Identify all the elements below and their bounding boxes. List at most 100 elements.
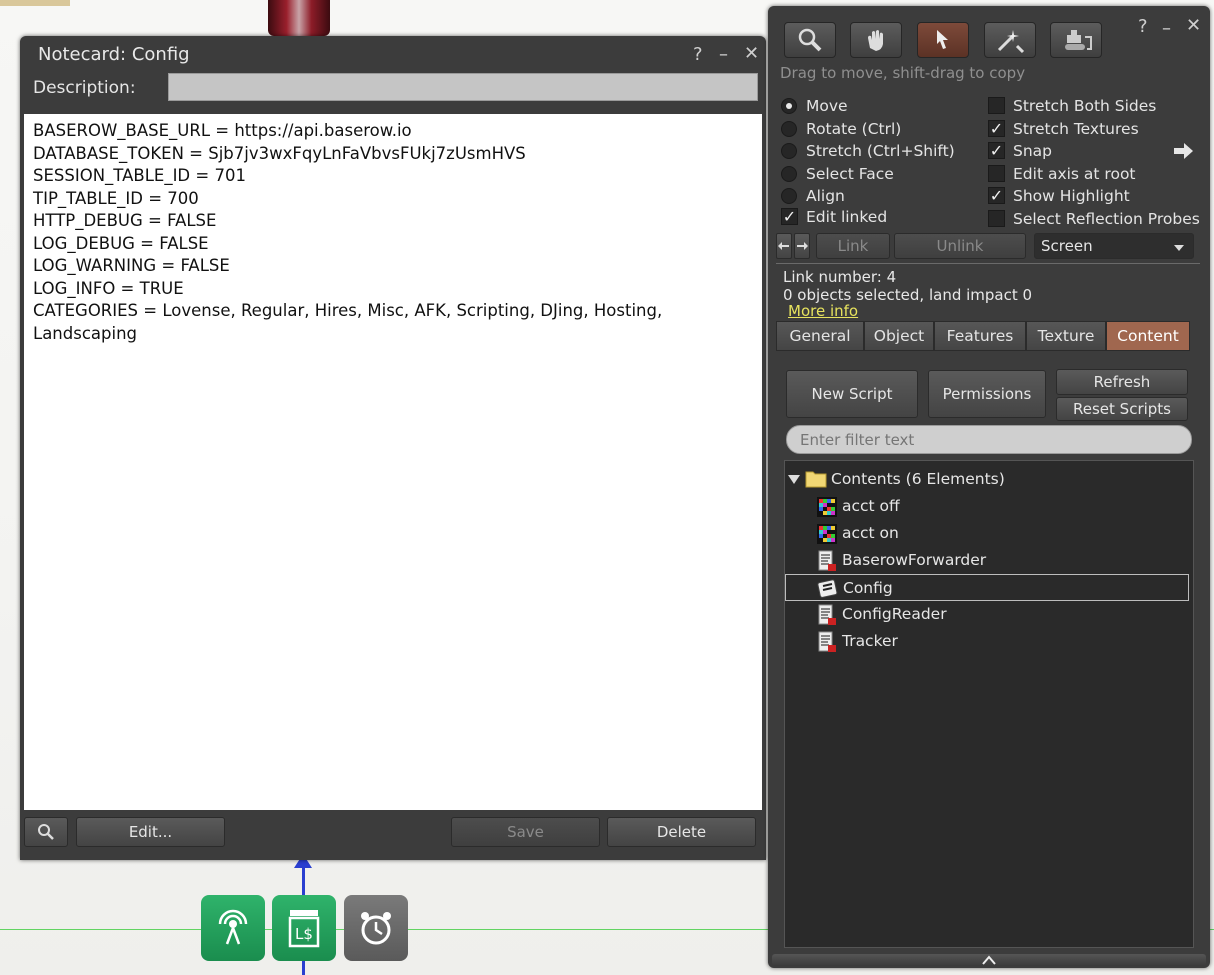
checkbox-stretch-both-sides[interactable] [988, 97, 1005, 114]
help-icon[interactable]: ? [1138, 16, 1148, 37]
notecard-titlebar[interactable]: Notecard: Config ? – ✕ [20, 36, 766, 72]
checkbox-select-reflection-probes[interactable] [988, 210, 1005, 227]
contents-folder-row[interactable]: Contents (6 Elements) [785, 466, 1193, 493]
edit-linked-label: Edit linked [806, 208, 888, 226]
content-tab-panel: New Script Permissions Refresh Reset Scr… [778, 352, 1198, 949]
arrow-right-icon [797, 242, 808, 250]
minimize-icon[interactable]: – [719, 44, 728, 65]
tab-features[interactable]: Features [934, 321, 1026, 351]
radio-stretch[interactable] [781, 143, 797, 159]
tab-object[interactable]: Object [864, 321, 934, 351]
notecard-title: Notecard: Config [38, 44, 190, 65]
tab-general[interactable]: General [776, 321, 864, 351]
notecard-line[interactable]: HTTP_DEBUG = FALSE [33, 210, 753, 233]
script-icon [818, 631, 836, 652]
script-icon [818, 550, 836, 571]
move-tool-button[interactable] [850, 22, 902, 58]
notecard-line[interactable]: BASEROW_BASE_URL = https://api.baserow.i… [33, 120, 753, 143]
notecard-line[interactable]: LOG_WARNING = FALSE [33, 255, 753, 278]
contents-tree[interactable]: Contents (6 Elements) acct off acct on Bas… [784, 460, 1194, 948]
bulldozer-icon [1065, 30, 1092, 50]
arrow-left-icon [778, 242, 789, 250]
inventory-item[interactable]: acct on [785, 520, 1193, 547]
close-icon[interactable]: ✕ [744, 43, 759, 64]
build-panel[interactable]: ? – ✕ Drag to move, shift-drag to copy M… [768, 6, 1210, 968]
notecard-line[interactable]: LOG_DEBUG = FALSE [33, 233, 753, 256]
edit-tool-button[interactable] [917, 22, 969, 58]
drag-hint-text: Drag to move, shift-drag to copy [780, 64, 1026, 82]
checkbox-label: Select Reflection Probes [1013, 210, 1200, 228]
notecard-window[interactable]: Notecard: Config ? – ✕ Description: BASE… [20, 36, 766, 860]
tip-jar-hud-icon[interactable]: L$ [272, 895, 336, 961]
filter-input[interactable] [786, 425, 1192, 454]
inventory-item-label: acct on [842, 524, 899, 542]
notecard-footer: Edit... Save Delete [20, 814, 766, 854]
notecard-line[interactable]: DATABASE_TOKEN = Sjb7jv3wxFqyLnFaVbvsFUk… [33, 143, 753, 166]
more-info-link[interactable]: More info [788, 302, 858, 320]
description-label: Description: [33, 78, 136, 98]
edit-button[interactable]: Edit... [76, 817, 225, 847]
search-button[interactable] [24, 817, 68, 847]
notecard-line[interactable]: TIP_TABLE_ID = 700 [33, 188, 753, 211]
magnifier-icon [798, 28, 822, 52]
notecard-line[interactable]: Landscaping [33, 323, 753, 346]
notecard-line[interactable]: LOG_INFO = TRUE [33, 278, 753, 301]
delete-button[interactable]: Delete [607, 817, 756, 847]
notecard-line[interactable]: SESSION_TABLE_ID = 701 [33, 165, 753, 188]
wand-tools-icon [997, 30, 1025, 54]
radio-label: Stretch (Ctrl+Shift) [806, 142, 955, 160]
inventory-item[interactable]: ConfigReader [785, 601, 1193, 628]
svg-text:L$: L$ [295, 925, 313, 943]
land-tool-button[interactable] [1050, 22, 1102, 58]
minimize-icon[interactable]: – [1162, 18, 1171, 39]
tab-texture[interactable]: Texture [1026, 321, 1106, 351]
notecard-line[interactable]: CATEGORIES = Lovense, Regular, Hires, Mi… [33, 300, 753, 323]
pointer-hand-icon [937, 30, 948, 49]
help-icon[interactable]: ? [693, 44, 703, 65]
checkbox-stretch-textures[interactable]: ✓ [988, 119, 1005, 137]
ruler-mode-dropdown[interactable]: Screen [1034, 233, 1194, 259]
create-tool-button[interactable] [984, 22, 1036, 58]
radio-label: Rotate (Ctrl) [806, 120, 902, 138]
radio-align[interactable] [781, 188, 797, 204]
description-input[interactable] [168, 73, 758, 101]
unlink-button[interactable]: Unlink [894, 233, 1026, 259]
edit-linked-checkbox[interactable]: ✓ [781, 208, 798, 225]
notecard-text-editor[interactable]: BASEROW_BASE_URL = https://api.baserow.i… [24, 114, 762, 810]
checkbox-label: Stretch Textures [1013, 119, 1139, 138]
link-button[interactable]: Link [816, 233, 890, 259]
save-button[interactable]: Save [451, 817, 600, 847]
texture-icon [817, 524, 837, 544]
expand-arrow-icon[interactable] [788, 475, 800, 484]
inventory-item-label: Config [843, 579, 893, 597]
permissions-button[interactable]: Permissions [928, 370, 1046, 418]
checkbox-snap[interactable]: ✓ [988, 142, 1005, 160]
radio-hud-icon[interactable] [201, 895, 265, 961]
arrow-right-icon[interactable] [1172, 142, 1194, 160]
checkbox-show-highlight[interactable]: ✓ [988, 187, 1005, 205]
ruler-mode-value: Screen [1041, 237, 1093, 255]
close-icon[interactable]: ✕ [1186, 15, 1201, 36]
inventory-item[interactable]: acct off [785, 493, 1193, 520]
next-link-button[interactable] [794, 233, 810, 259]
panel-collapse-bar[interactable] [772, 954, 1206, 966]
radio-move[interactable] [781, 98, 797, 114]
radio-rotate[interactable] [781, 121, 797, 137]
prev-link-button[interactable] [776, 233, 792, 259]
reset-scripts-button[interactable]: Reset Scripts [1056, 397, 1188, 421]
inventory-item[interactable]: Tracker [785, 628, 1193, 655]
refresh-button[interactable]: Refresh [1056, 369, 1188, 395]
texture-icon [817, 497, 837, 517]
checkbox-label: Show Highlight [1013, 187, 1130, 206]
alarm-clock-hud-icon[interactable] [344, 895, 408, 961]
checkbox-edit-axis-at-root[interactable] [988, 164, 1005, 182]
tab-content[interactable]: Content [1106, 321, 1190, 351]
focus-tool-button[interactable] [784, 22, 836, 58]
inventory-item[interactable]: Config [785, 574, 1189, 601]
scene-object-corner [0, 0, 70, 6]
inventory-item[interactable]: BaserowForwarder [785, 547, 1193, 574]
radio-select[interactable] [781, 166, 797, 182]
new-script-button[interactable]: New Script [786, 370, 918, 418]
chevron-down-icon [1174, 245, 1184, 251]
inventory-item-label: Tracker [842, 632, 898, 650]
